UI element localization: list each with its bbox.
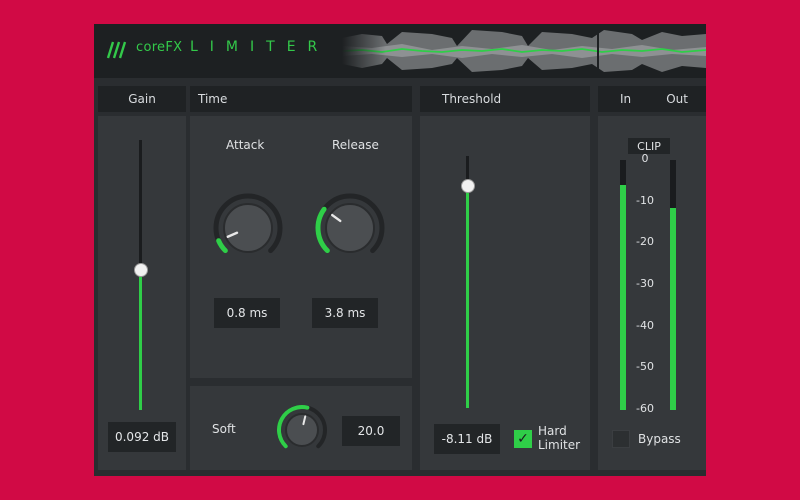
hard-limiter-checkbox[interactable]: ✓ (514, 430, 532, 448)
gain-slider-fill (139, 269, 142, 410)
meters-panel: CLIP 0 -10 -20 -30 -40 -50 -60 Bypass (598, 116, 706, 470)
soft-knob[interactable] (276, 404, 328, 456)
brand-name: coreFX (136, 40, 183, 55)
attack-knob[interactable] (212, 192, 284, 264)
in-meter-label: In (620, 92, 632, 106)
soft-knob-graphic (277, 405, 327, 449)
bypass-label: Bypass (638, 432, 681, 446)
time-section-label: Time (198, 92, 228, 106)
gain-readout[interactable]: 0.092 dB (108, 422, 176, 452)
gain-slider-thumb[interactable] (134, 262, 148, 277)
plugin-header: coreFX LIMITER (94, 24, 706, 78)
meter-scale-label: -50 (636, 360, 654, 374)
attack-label: Attack (226, 138, 265, 152)
time-section-header: Time (190, 86, 412, 112)
limiter-plugin-window: coreFX LIMITER Gain Time Threshold In Ou… (94, 24, 706, 476)
threshold-slider-thumb[interactable] (461, 179, 475, 194)
time-panel: Attack Release 0.8 ms 3.8 ms (190, 116, 412, 378)
triple-slash-logo-icon (106, 41, 127, 59)
attack-knob-graphic (213, 193, 283, 254)
in-meter-fill (620, 185, 626, 410)
out-meter-label: Out (666, 92, 688, 106)
threshold-readout[interactable]: -8.11 dB (434, 424, 500, 454)
meter-section-header: In Out (598, 86, 706, 112)
threshold-section-label: Threshold (442, 92, 502, 106)
hard-limiter-label: Hard Limiter (538, 424, 581, 452)
bypass-checkbox[interactable] (612, 430, 630, 448)
soft-label: Soft (212, 422, 236, 436)
gain-section-label: Gain (128, 92, 156, 106)
meter-scale-label: -30 (636, 277, 654, 290)
soft-panel: Soft 20.0 (190, 386, 412, 470)
threshold-panel: -8.11 dB ✓ Hard Limiter (420, 116, 590, 470)
release-knob-graphic (315, 193, 385, 254)
out-meter-fill (670, 207, 676, 410)
meter-scale-label: -60 (636, 402, 654, 415)
release-knob[interactable] (314, 192, 386, 264)
meter-scale-label: -10 (636, 193, 654, 207)
threshold-section-header: Threshold (420, 86, 590, 112)
meter-scale-label: -40 (636, 318, 654, 332)
gain-section-header: Gain (98, 86, 186, 112)
release-readout[interactable]: 3.8 ms (312, 298, 378, 328)
release-label: Release (332, 138, 379, 152)
product-title: LIMITER (190, 39, 330, 55)
threshold-slider-fill (466, 186, 469, 408)
attack-readout[interactable]: 0.8 ms (214, 298, 280, 328)
waveform-display (342, 24, 706, 78)
meter-scale-label: 0 (641, 152, 649, 165)
soft-readout[interactable]: 20.0 (342, 416, 400, 446)
gain-panel: 0.092 dB (98, 116, 186, 470)
meter-scale-label: -20 (636, 235, 654, 249)
